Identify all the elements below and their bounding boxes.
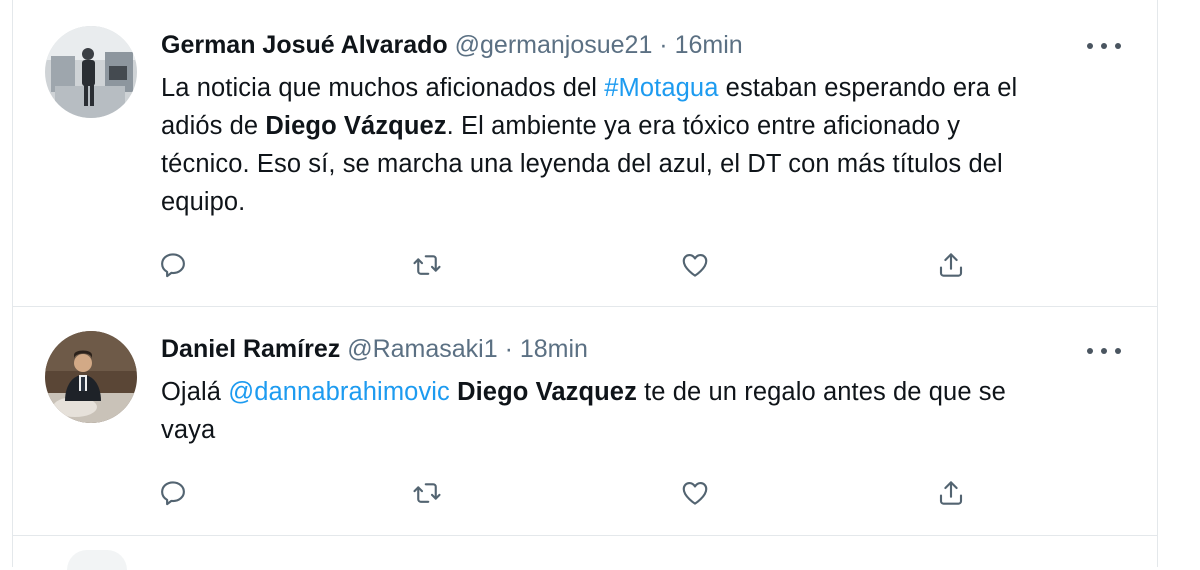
retweet-icon — [413, 255, 441, 275]
share-button[interactable] — [931, 473, 971, 513]
separator: · — [652, 31, 675, 59]
reply-button[interactable] — [153, 245, 193, 285]
separator: · — [497, 335, 520, 363]
author-handle-text[interactable]: @germanjosue21 — [455, 31, 653, 59]
tweet-text-segment: te de un regalo antes de que se — [636, 378, 1006, 406]
tweet-text-segment: técnico. Eso sí, se marcha una leyenda d… — [161, 150, 1003, 178]
reply-icon — [161, 253, 185, 278]
tweet-text-segment: La noticia que muchos aficionados del — [161, 74, 605, 102]
tweet-text: Ojalá @dannabrahimovic Diego Vazquez te … — [161, 373, 1141, 449]
tweet-text-segment: vaya — [161, 416, 216, 444]
tweet-text-segment: Ojalá — [161, 378, 229, 406]
author-handle-text[interactable]: @Ramasaki1 — [347, 335, 497, 363]
author-name[interactable]: Daniel Ramírez — [161, 335, 340, 363]
tweet-text-segment: equipo. — [161, 188, 246, 216]
reply-button[interactable] — [153, 473, 193, 513]
avatar[interactable] — [45, 26, 137, 118]
tweet-header: German Josué Alvarado @germanjosue21 · 1… — [161, 29, 743, 61]
share-icon — [939, 481, 963, 505]
bold-text: Diego Vazquez — [457, 378, 637, 406]
bold-text: Diego Vázquez — [265, 112, 447, 140]
tweet-time[interactable]: 16min — [675, 31, 743, 59]
author-name[interactable]: German Josué Alvarado — [161, 31, 448, 59]
like-button[interactable] — [675, 473, 715, 513]
tweet-header: Daniel Ramírez @Ramasaki1 · 18min — [161, 333, 588, 365]
hashtag-link[interactable]: #Motagua — [604, 74, 718, 102]
tweet[interactable] — [13, 536, 1157, 570]
avatar-photo — [45, 26, 137, 118]
tweet-text: La noticia que muchos aficionados del #M… — [161, 69, 1141, 221]
reply-icon — [161, 481, 185, 506]
tweet-text-segment: adiós de — [161, 112, 266, 140]
tweet-text-segment: . El ambiente ya era tóxico entre aficio… — [446, 112, 961, 140]
more-options-icon[interactable] — [1087, 36, 1121, 56]
more-options-icon[interactable] — [1087, 341, 1121, 361]
retweet-button[interactable] — [407, 245, 447, 285]
heart-icon — [682, 481, 708, 505]
tweet-actions — [161, 473, 991, 513]
avatar[interactable] — [45, 331, 137, 423]
tweet-feed: German Josué Alvarado @germanjosue21 · 1… — [12, 0, 1158, 570]
avatar[interactable] — [67, 550, 127, 570]
heart-icon — [682, 253, 708, 277]
mention-link[interactable]: @dannabrahimovic — [228, 378, 450, 406]
tweet-time[interactable]: 18min — [520, 335, 588, 363]
share-icon — [939, 253, 963, 277]
share-button[interactable] — [931, 245, 971, 285]
like-button[interactable] — [675, 245, 715, 285]
tweet[interactable]: Daniel Ramírez @Ramasaki1 · 18min Ojalá … — [13, 307, 1157, 536]
avatar-photo — [45, 331, 137, 423]
retweet-icon — [413, 483, 441, 503]
tweet-text-segment: estaban esperando era el — [718, 74, 1018, 102]
tweet-actions — [161, 245, 991, 285]
tweet[interactable]: German Josué Alvarado @germanjosue21 · 1… — [13, 0, 1157, 307]
retweet-button[interactable] — [407, 473, 447, 513]
